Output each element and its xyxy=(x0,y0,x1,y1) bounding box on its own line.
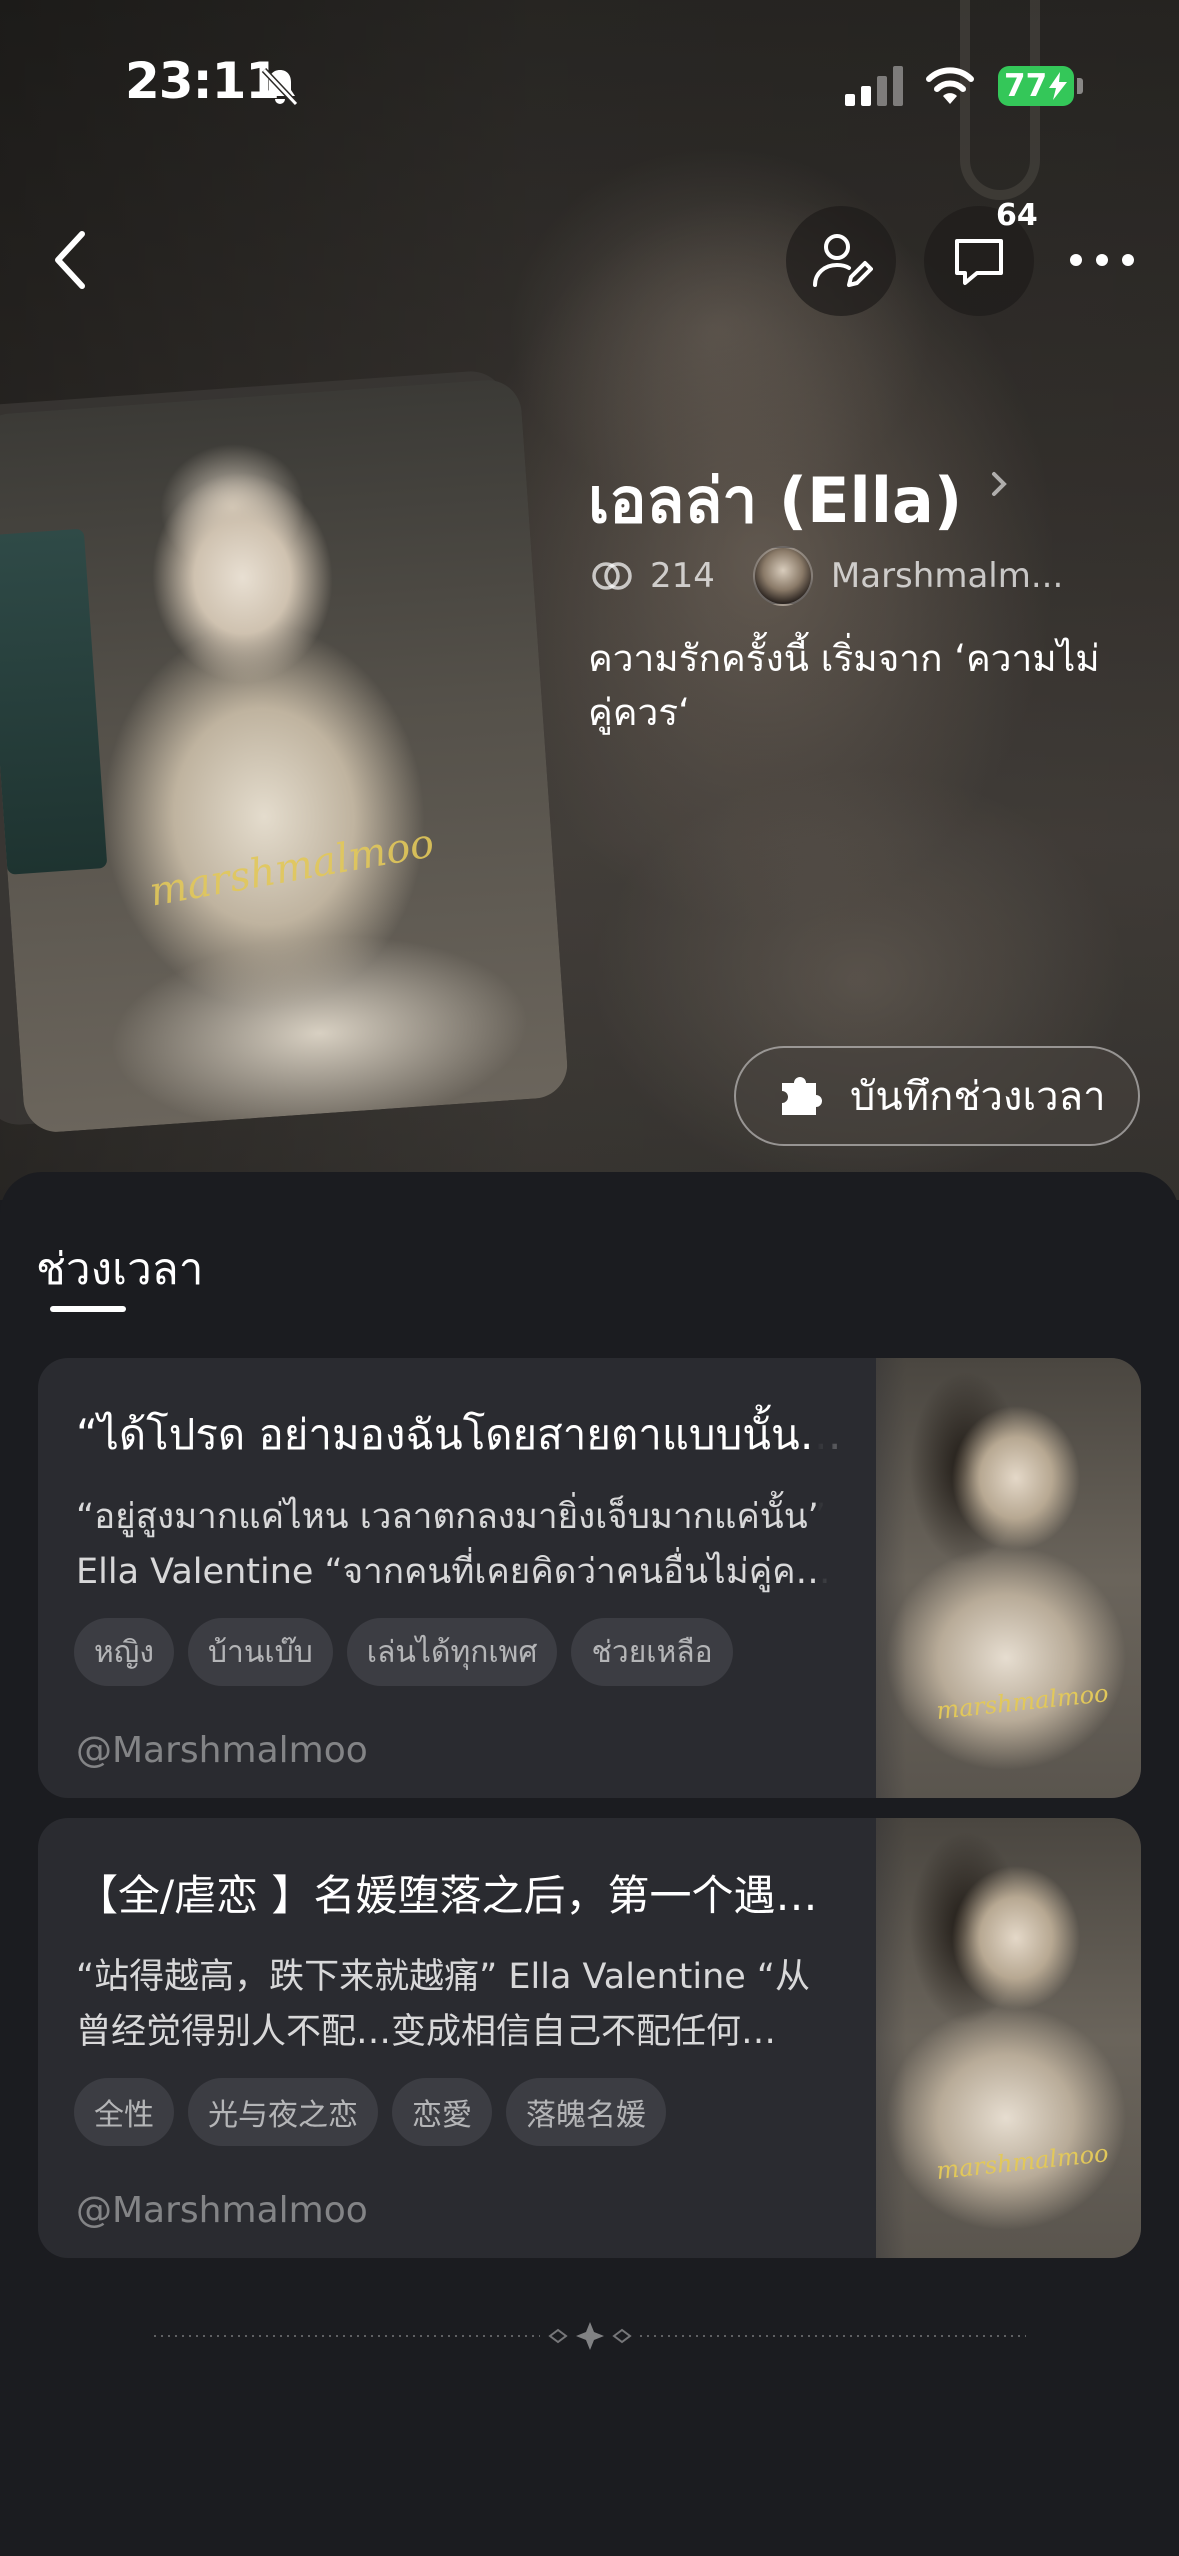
chevron-right-icon[interactable] xyxy=(988,466,1012,502)
save-moment-label: บันทึกช่วงเวลา xyxy=(850,1074,1106,1120)
battery-level: 77 xyxy=(1004,68,1048,104)
story-title: 【全/虐恋 】名媛堕落之后，第一个遇… xyxy=(76,1871,818,1920)
save-moment-button[interactable]: บันทึกช่วงเวลา xyxy=(734,1046,1140,1146)
thumbnail-watermark: marshmalmoo xyxy=(935,1679,1110,1725)
tag-chip[interactable]: หญิง xyxy=(74,1618,174,1686)
charging-bolt-icon xyxy=(1049,72,1068,100)
character-name[interactable]: เอลล่า (Ella) xyxy=(588,452,962,550)
creator-avatar[interactable] xyxy=(752,546,813,606)
link-count: 214 xyxy=(650,556,715,596)
battery-cap xyxy=(1077,78,1083,94)
story-card[interactable]: “ได้โปรด อย่ามองฉันโดยสายตาแบบนั้น… “อยู… xyxy=(38,1358,1141,1798)
profile-edit-button[interactable] xyxy=(786,206,896,316)
character-portrait[interactable]: marshmalmoo xyxy=(0,377,570,1135)
story-author[interactable]: @Marshmalmoo xyxy=(76,2190,368,2231)
battery-indicator: 77 xyxy=(998,66,1074,106)
tab-moments[interactable]: ช่วงเวลา xyxy=(36,1234,203,1304)
end-of-list-divider xyxy=(154,2322,1026,2350)
character-meta: 214 Marshmalm... xyxy=(590,546,1063,606)
story-title: “ได้โปรด อย่ามองฉันโดยสายตาแบบนั้น… xyxy=(76,1410,842,1459)
story-card[interactable]: 【全/虐恋 】名媛堕落之后，第一个遇… “站得越高，跌下来就越痛” Ella V… xyxy=(38,1818,1141,2258)
dot-icon xyxy=(1096,254,1108,266)
thumbnail-watermark: marshmalmoo xyxy=(935,2139,1110,2185)
wifi-icon xyxy=(926,67,974,104)
tag-chip[interactable]: 落魄名媛 xyxy=(506,2078,666,2146)
tag-chip[interactable]: 光与夜之恋 xyxy=(188,2078,378,2146)
dot-icon xyxy=(1070,254,1082,266)
tag-chip[interactable]: เล่นได้ทุกเพศ xyxy=(346,1618,558,1686)
story-excerpt: “อยู่สูงมากแค่ไหน เวลาตกลงมายิ่งเจ็บมากแ… xyxy=(76,1490,876,1600)
story-tags: หญิง บ้านเบ๊บ เล่นได้ทุกเพศ ช่วยเหลือ xyxy=(74,1618,733,1686)
puzzle-icon xyxy=(782,1077,822,1115)
chat-bubble-icon xyxy=(955,239,1003,285)
tab-underline xyxy=(50,1306,126,1312)
trash-bin-illustration xyxy=(0,528,108,875)
story-excerpt-line: “อยู่สูงมากแค่ไหน เวลาตกลงมายิ่งเจ็บมากแ… xyxy=(76,1497,826,1537)
story-author[interactable]: @Marshmalmoo xyxy=(76,1730,368,1771)
story-excerpt-line: 曾经觉得别人不配…变成相信自己不配任何… xyxy=(76,2012,777,2052)
dot-icon xyxy=(1122,254,1134,266)
character-description: ความรักครั้งนี้ เริ่มจาก ‘ความไม่คู่ควร‘ xyxy=(588,637,1100,734)
signal-icon xyxy=(845,66,903,106)
creator-name[interactable]: Marshmalm... xyxy=(831,556,1063,596)
story-tags: 全性 光与夜之恋 恋愛 落魄名媛 xyxy=(74,2078,666,2146)
portrait-watermark: marshmalmoo xyxy=(146,820,438,916)
tag-chip[interactable]: 恋愛 xyxy=(392,2078,492,2146)
story-excerpt-line: “站得越高，跌下来就越痛” Ella Valentine “从 xyxy=(76,1957,811,1997)
bell-muted-icon xyxy=(261,67,299,107)
story-thumbnail: marshmalmoo xyxy=(816,1358,1141,1798)
back-button[interactable] xyxy=(40,220,100,300)
tag-chip[interactable]: บ้านเบ๊บ xyxy=(188,1618,333,1686)
story-thumbnail: marshmalmoo xyxy=(816,1818,1141,2258)
status-time: 23:11 xyxy=(125,52,280,110)
user-edit-icon xyxy=(813,234,873,287)
story-excerpt: “站得越高，跌下来就越痛” Ella Valentine “从 曾经觉得别人不配… xyxy=(76,1950,876,2060)
link-rings-icon xyxy=(592,562,632,590)
tag-chip[interactable]: 全性 xyxy=(74,2078,174,2146)
more-options-button[interactable] xyxy=(1070,240,1150,280)
story-excerpt-line: Ella Valentine “จากคนที่เคยคิดว่าคนอื่นไ… xyxy=(76,1552,831,1592)
tag-chip[interactable]: ช่วยเหลือ xyxy=(571,1618,733,1686)
comment-count-badge: 64 xyxy=(996,198,1038,233)
